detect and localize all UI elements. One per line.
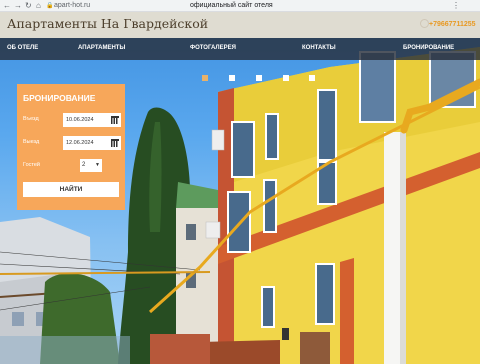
chevron-down-icon: ▼: [95, 162, 100, 168]
site-header: Апартаменты На Гвардейской +79667711255: [0, 12, 480, 38]
reload-icon[interactable]: ↻: [25, 1, 32, 11]
page-title: официальный сайт отеля: [190, 2, 273, 9]
checkin-date-input[interactable]: 10.06.2024: [63, 113, 121, 127]
checkin-label: Въезд: [23, 116, 39, 122]
menu-item-about[interactable]: Об отеле: [7, 45, 38, 51]
forward-icon[interactable]: →: [14, 1, 22, 11]
calendar-icon[interactable]: [111, 139, 119, 147]
checkin-row: Въезд 10.06.2024: [23, 113, 121, 127]
main-menu: Об отеле Апартаменты Фотогалерея Контакт…: [0, 38, 480, 60]
booking-title: Бронирование: [23, 93, 96, 103]
slider-dot[interactable]: [202, 75, 208, 81]
lock-icon: 🔒: [46, 3, 54, 9]
checkout-value: 12.06.2024: [66, 140, 94, 146]
home-icon[interactable]: ⌂: [36, 1, 41, 11]
slider-dot[interactable]: [256, 75, 262, 81]
search-icon[interactable]: [420, 19, 429, 28]
checkout-row: Выезд 12.06.2024: [23, 136, 121, 150]
phone-number[interactable]: +79667711255: [429, 21, 476, 28]
checkout-label: Выезд: [23, 139, 40, 145]
slider-dots: [0, 75, 480, 83]
slider-dot[interactable]: [309, 75, 315, 81]
find-button[interactable]: Найти: [23, 182, 119, 197]
guests-select[interactable]: 2 ▼: [80, 159, 102, 172]
menu-item-apartments[interactable]: Апартаменты: [78, 45, 125, 51]
guests-row: Гостей 2 ▼: [23, 159, 121, 173]
booking-form: Бронирование Въезд 10.06.2024 Выезд 12.0…: [17, 84, 125, 210]
checkout-date-input[interactable]: 12.06.2024: [63, 136, 121, 150]
menu-item-contacts[interactable]: Контакты: [302, 45, 336, 51]
slider-dot[interactable]: [283, 75, 289, 81]
menu-item-gallery[interactable]: Фотогалерея: [190, 45, 236, 51]
guests-label: Гостей: [23, 162, 41, 168]
browser-chrome: ← → ↻ ⌂ 🔒 apart-hot.ru официальный сайт …: [0, 0, 480, 12]
menu-item-booking[interactable]: Бронирование: [403, 45, 454, 51]
address-bar[interactable]: apart-hot.ru: [54, 1, 90, 11]
menu-icon[interactable]: ⋮: [452, 1, 460, 11]
calendar-icon[interactable]: [111, 116, 119, 124]
slider-dot[interactable]: [229, 75, 235, 81]
site-logo[interactable]: Апартаменты На Гвардейской: [7, 16, 208, 31]
back-icon[interactable]: ←: [3, 1, 11, 11]
checkin-value: 10.06.2024: [66, 117, 94, 123]
guests-value: 2: [82, 162, 86, 168]
